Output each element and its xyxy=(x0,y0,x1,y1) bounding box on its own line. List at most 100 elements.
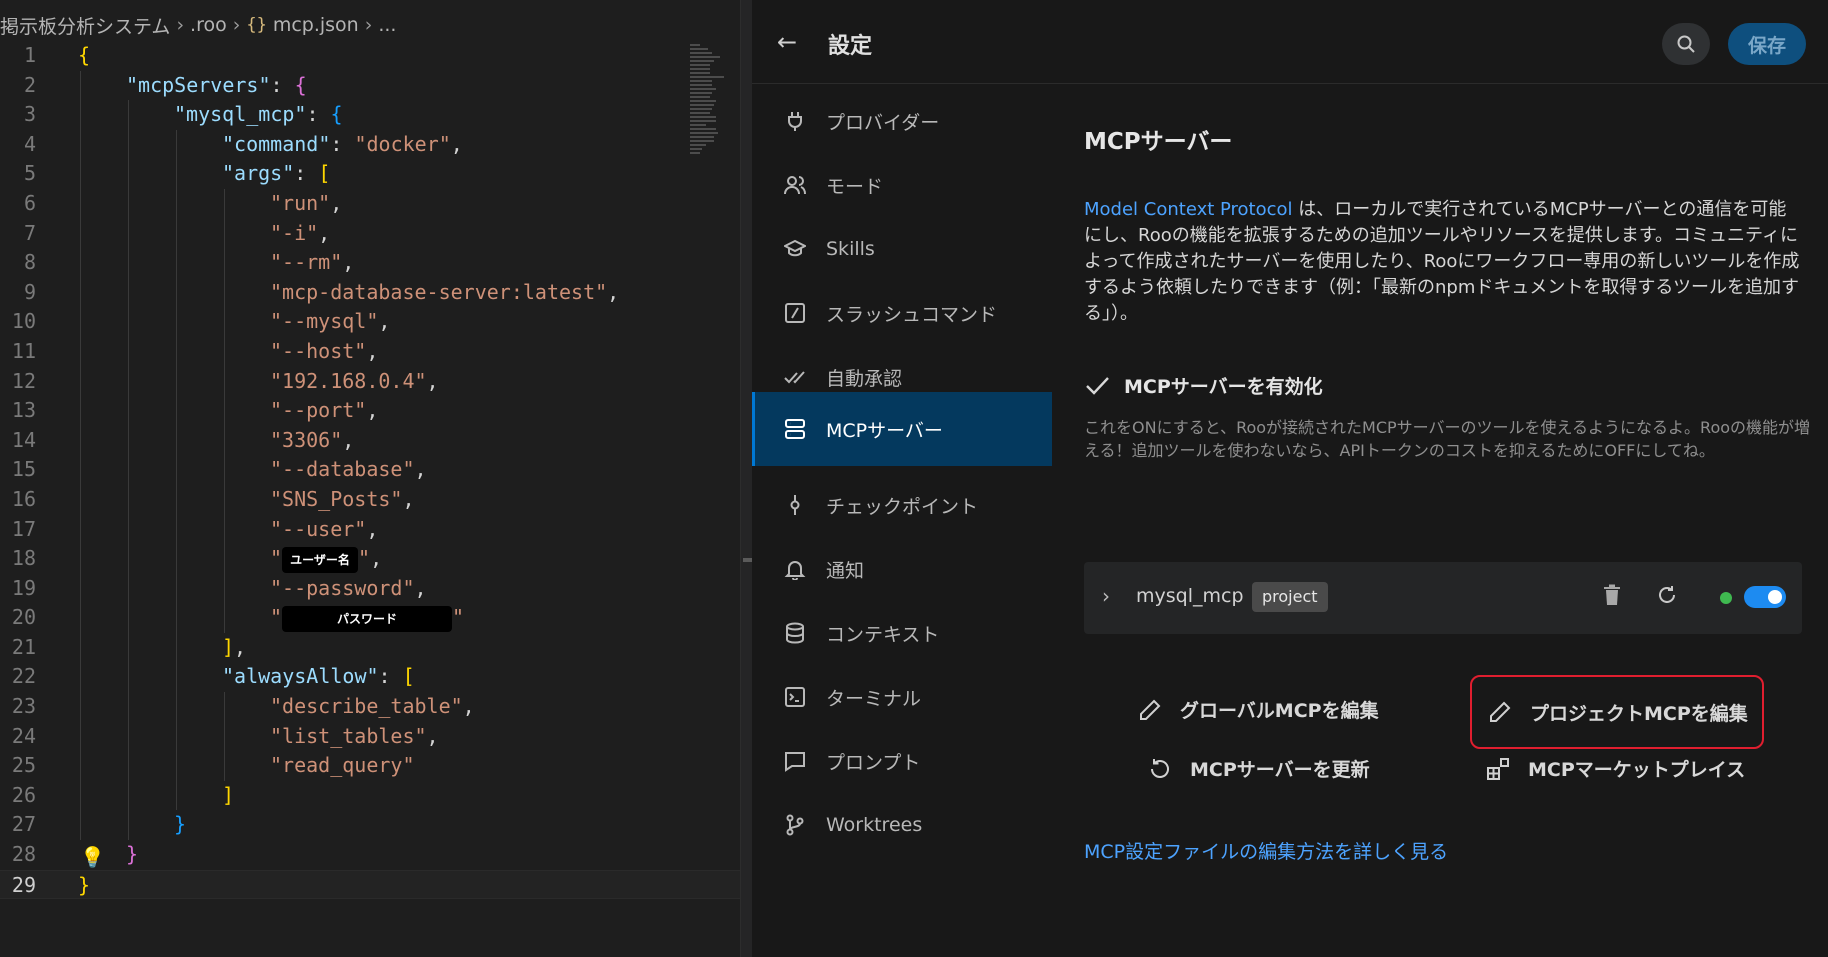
panel-divider[interactable] xyxy=(740,0,753,957)
line-number: 7 xyxy=(23,220,36,245)
nav-item-label: スラッシュコマンド xyxy=(826,303,998,326)
code-line[interactable]: 15 "--database", xyxy=(0,455,740,485)
nav-item-worktrees[interactable]: Worktrees xyxy=(752,788,1052,862)
double-check-icon xyxy=(780,366,810,388)
line-number: 29 xyxy=(11,872,36,897)
status-indicator xyxy=(1720,592,1732,604)
line-number: 18 xyxy=(11,546,36,571)
learn-more-link[interactable]: MCP設定ファイルの編集方法を詳しく見る xyxy=(1084,837,1448,864)
nav-item-providers[interactable]: プロバイダー xyxy=(752,84,1052,158)
nav-item-mcp-servers[interactable]: MCPサーバー xyxy=(752,392,1052,466)
code-line[interactable]: 27} xyxy=(0,810,740,841)
users-icon xyxy=(780,174,810,196)
line-number: 20 xyxy=(11,605,36,630)
code-line[interactable]: 25 "read_query" xyxy=(0,751,740,781)
code-line[interactable]: 18 " ユーザー名 ", xyxy=(0,544,740,574)
save-button[interactable]: 保存 xyxy=(1728,23,1806,65)
settings-panel: ← 設定 保存 プロバイダー モード Skills スラッシュコマンド 自動承認 xyxy=(752,0,1828,957)
chevron-right-icon: › xyxy=(176,14,185,36)
line-number: 5 xyxy=(23,161,36,186)
code-line[interactable]: 4 "command": "docker", xyxy=(0,129,740,160)
server-icon xyxy=(780,418,810,440)
code-line[interactable]: 12 "192.168.0.4", xyxy=(0,366,740,397)
code-line[interactable]: 24 "list_tables", xyxy=(0,721,740,752)
action-label: MCPマーケットプレイス xyxy=(1528,759,1746,781)
json-value: "describe_table" xyxy=(270,694,463,719)
redacted-password: パスワード xyxy=(282,605,453,632)
code-line[interactable]: 23 "describe_table", xyxy=(0,692,740,722)
code-line[interactable]: 17 "--user", xyxy=(0,514,740,545)
nav-item-checkpoints[interactable]: チェックポイント xyxy=(752,468,1052,542)
code-line[interactable]: 22 "alwaysAllow": [ xyxy=(0,662,740,693)
json-value: "docker" xyxy=(354,131,451,156)
code-line[interactable]: 8 "--rm", xyxy=(0,248,740,278)
search-button[interactable] xyxy=(1662,23,1710,65)
line-number: 1 xyxy=(23,43,36,67)
nav-item-terminal[interactable]: ターミナル xyxy=(752,660,1052,734)
code-line[interactable]: 3 "mysql_mcp": { xyxy=(0,100,740,130)
enable-mcp-checkbox[interactable] xyxy=(1084,373,1110,399)
nav-item-modes[interactable]: モード xyxy=(752,148,1052,222)
server-name: mysql_mcp xyxy=(1136,585,1244,607)
section-description: Model Context Protocol は、ローカルで実行されているMCP… xyxy=(1084,197,1804,327)
breadcrumb-more[interactable]: ... xyxy=(378,14,396,36)
slash-square-icon xyxy=(780,302,810,324)
code-line[interactable]: 2 "mcpServers": { xyxy=(0,70,740,101)
line-number: 8 xyxy=(23,250,36,275)
code-line[interactable]: 20 " パスワード " xyxy=(0,603,740,633)
nav-item-context[interactable]: コンテキスト xyxy=(752,596,1052,670)
nav-item-notifications[interactable]: 通知 xyxy=(752,532,1052,606)
edit-project-mcp-button[interactable]: プロジェクトMCPを編集 xyxy=(1470,675,1764,749)
code-editor[interactable]: 掲示板分析システム › .roo › {} mcp.json › ... 1{ … xyxy=(0,0,740,957)
lightbulb-icon[interactable]: 💡 xyxy=(80,843,105,873)
code-line[interactable]: 5 "args": [ xyxy=(0,159,740,189)
code-line[interactable]: 13 "--port", xyxy=(0,396,740,426)
code-line[interactable]: 26] xyxy=(0,780,740,811)
nav-item-slash-commands[interactable]: スラッシュコマンド xyxy=(752,276,1052,350)
line-number: 16 xyxy=(11,486,36,511)
code-line[interactable]: 19 "--password", xyxy=(0,573,740,604)
code-line[interactable]: 1{ xyxy=(0,41,740,71)
code-line[interactable]: 9 "mcp-database-server:latest", xyxy=(0,277,740,308)
trash-icon xyxy=(1604,584,1620,605)
code-line[interactable]: 16 "SNS_Posts", xyxy=(0,484,740,515)
edit-global-mcp-button[interactable]: グローバルMCPを編集 xyxy=(1136,696,1379,723)
breadcrumb-file[interactable]: mcp.json xyxy=(273,14,359,36)
nav-item-label: 自動承認 xyxy=(826,367,903,390)
code-area[interactable]: 1{ 2 "mcpServers": { 3 "mysql_mcp": { 4 "co… xyxy=(0,41,740,900)
json-file-icon: {} xyxy=(246,15,267,35)
breadcrumb-project[interactable]: 掲示板分析システム xyxy=(0,12,170,39)
mcp-server-row[interactable]: › mysql_mcp project xyxy=(1084,562,1802,634)
server-enabled-toggle[interactable] xyxy=(1744,586,1786,608)
code-line[interactable]: 11 "--host", xyxy=(0,336,740,367)
code-line[interactable]: 14 "3306", xyxy=(0,425,740,456)
line-number: 24 xyxy=(11,723,36,748)
nav-item-label: プロバイダー xyxy=(826,111,940,134)
nav-item-label: ターミナル xyxy=(826,687,922,710)
code-line[interactable]: 10 "--mysql", xyxy=(0,307,740,337)
code-line[interactable]: 28 💡} xyxy=(0,840,740,870)
mcp-protocol-link[interactable]: Model Context Protocol xyxy=(1084,199,1293,220)
minimap[interactable] xyxy=(690,44,726,174)
json-value: "mcp-database-server:latest" xyxy=(270,279,608,304)
delete-server-button[interactable] xyxy=(1602,584,1622,610)
nav-item-skills[interactable]: Skills xyxy=(752,212,1052,286)
line-number: 6 xyxy=(23,190,36,215)
json-value: "3306" xyxy=(270,427,343,452)
code-line[interactable]: 21], xyxy=(0,632,740,663)
graduation-cap-icon xyxy=(780,238,810,260)
nav-item-label: プロンプト xyxy=(826,751,921,774)
enable-mcp-row[interactable]: MCPサーバーを有効化 xyxy=(1084,372,1323,399)
back-arrow-icon[interactable]: ← xyxy=(777,28,797,56)
breadcrumb-folder[interactable]: .roo xyxy=(190,14,227,36)
code-line[interactable]: 6 "run", xyxy=(0,188,740,219)
line-number: 3 xyxy=(23,102,36,127)
line-number: 21 xyxy=(11,634,36,659)
refresh-mcp-servers-button[interactable]: MCPサーバーを更新 xyxy=(1146,755,1370,782)
chevron-right-icon[interactable]: › xyxy=(1102,584,1110,608)
nav-item-prompts[interactable]: プロンプト xyxy=(752,724,1052,798)
code-line[interactable]: 7 "-i", xyxy=(0,218,740,249)
code-line-current[interactable]: 29} xyxy=(0,869,740,900)
mcp-marketplace-button[interactable]: MCPマーケットプレイス xyxy=(1470,755,1745,782)
restart-server-button[interactable] xyxy=(1656,584,1678,610)
